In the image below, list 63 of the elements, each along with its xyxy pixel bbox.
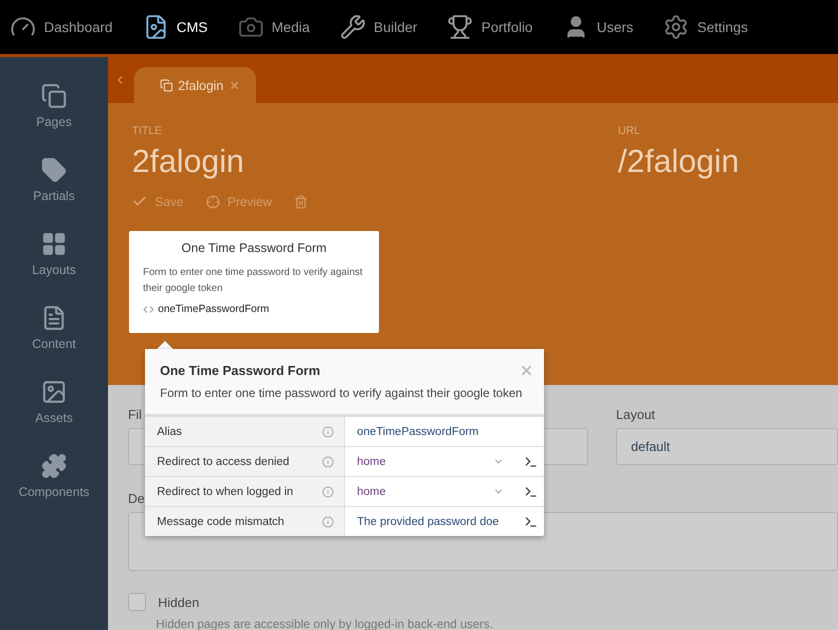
layout-label: Layout bbox=[616, 407, 656, 422]
pages-icon bbox=[41, 83, 67, 109]
nav-item[interactable]: Users bbox=[562, 14, 634, 40]
info-icon[interactable] bbox=[322, 456, 334, 468]
sidebar-item[interactable]: Components bbox=[0, 453, 108, 499]
nav-item[interactable]: Portfolio bbox=[447, 14, 533, 40]
settings-icon bbox=[663, 14, 690, 40]
info-icon[interactable] bbox=[322, 486, 334, 498]
title-label: TITLE bbox=[132, 125, 163, 137]
property-value[interactable]: oneTimePasswordForm bbox=[345, 417, 544, 446]
property-value[interactable]: The provided password doe bbox=[345, 507, 544, 536]
nav-item[interactable]: Media bbox=[238, 14, 310, 40]
property-value[interactable]: home bbox=[345, 447, 544, 476]
delete-button[interactable] bbox=[294, 194, 308, 209]
component-alias: oneTimePasswordForm bbox=[158, 303, 270, 315]
crosshair-icon bbox=[206, 194, 220, 208]
url-label: URL bbox=[618, 125, 642, 137]
terminal-icon[interactable] bbox=[524, 514, 538, 528]
trash-icon bbox=[294, 194, 308, 208]
terminal-icon[interactable] bbox=[524, 454, 538, 468]
inspector-description: Form to enter one time password to verify against their google token bbox=[160, 386, 522, 400]
nav-item[interactable]: Settings bbox=[663, 14, 748, 40]
property-label: Redirect to when logged in bbox=[157, 486, 294, 498]
close-icon[interactable] bbox=[228, 80, 240, 90]
nav-item[interactable]: CMS bbox=[142, 14, 208, 40]
description-label: De bbox=[128, 491, 145, 506]
sidebar-item[interactable]: Partials bbox=[0, 157, 108, 203]
sidebar-item[interactable]: Assets bbox=[0, 379, 108, 425]
sidebar-item[interactable]: Layouts bbox=[0, 231, 108, 277]
puzzle-icon bbox=[41, 453, 67, 479]
image-icon bbox=[41, 379, 67, 405]
nav-item[interactable]: Dashboard bbox=[10, 14, 112, 40]
pages-icon bbox=[160, 78, 173, 92]
component-card[interactable]: One Time Password Form Form to enter one time password to verify against their google token oneTimePasswordForm bbox=[129, 231, 379, 333]
tag-icon bbox=[41, 157, 67, 183]
code-icon bbox=[143, 304, 154, 314]
page-url: /2falogin bbox=[618, 143, 740, 180]
info-icon[interactable] bbox=[322, 426, 334, 438]
grid-icon bbox=[41, 231, 67, 257]
nav-item[interactable]: Builder bbox=[340, 14, 418, 40]
trophy-icon bbox=[447, 14, 474, 40]
property-label: Redirect to access denied bbox=[157, 456, 290, 468]
hidden-checkbox[interactable] bbox=[128, 593, 146, 611]
component-title: One Time Password Form bbox=[180, 241, 328, 255]
property-label: Message code mismatch bbox=[157, 516, 284, 528]
property-value[interactable]: home bbox=[345, 477, 544, 506]
close-button[interactable] bbox=[519, 363, 534, 378]
value-text: home bbox=[357, 456, 387, 468]
page-title: 2falogin bbox=[132, 143, 246, 180]
value-text: home bbox=[357, 486, 387, 498]
wrench-icon bbox=[340, 14, 366, 40]
terminal-icon[interactable] bbox=[524, 484, 538, 498]
layout-select[interactable]: default bbox=[616, 428, 838, 465]
sidebar-item[interactable]: Content bbox=[0, 305, 108, 351]
value-text: The provided password doe bbox=[357, 516, 500, 528]
info-icon[interactable] bbox=[322, 516, 334, 528]
file-label: Fil bbox=[128, 407, 142, 422]
sidebar-item[interactable]: Pages bbox=[0, 83, 108, 129]
hidden-label: Hidden bbox=[158, 594, 200, 610]
inspector-title: One Time Password Form bbox=[160, 363, 320, 378]
component-description: Form to enter one time password to verify against their google token bbox=[143, 266, 364, 296]
value-text: oneTimePasswordForm bbox=[357, 426, 480, 438]
property-label: Alias bbox=[157, 426, 182, 438]
